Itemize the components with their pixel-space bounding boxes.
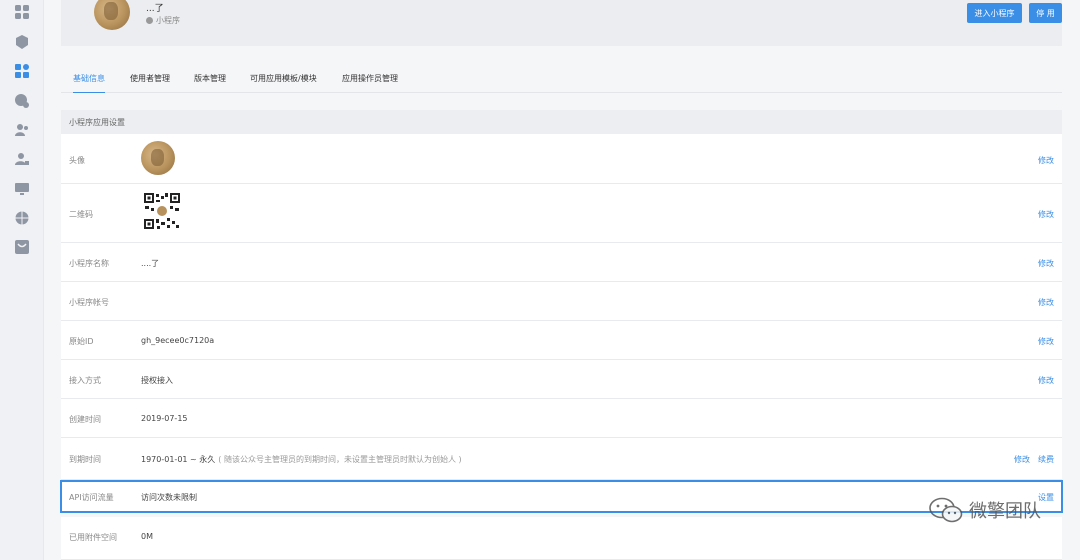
users-icon[interactable] <box>15 123 29 137</box>
edit-expire-link[interactable]: 修改 <box>1014 454 1030 465</box>
mini-program-icon <box>146 17 153 24</box>
tab-basic-info[interactable]: 基础信息 <box>73 73 105 93</box>
palette-icon[interactable] <box>15 94 29 108</box>
monitor-icon[interactable] <box>15 182 29 196</box>
sidebar <box>0 0 44 560</box>
row-name: 小程序名称 ....了 修改 <box>61 243 1062 282</box>
edit-avatar-link[interactable]: 修改 <box>1038 155 1054 166</box>
row-api-traffic: API访问流量 访问次数未限制 设置 <box>60 480 1063 513</box>
row-value: 访问次数未限制 <box>141 493 197 502</box>
tab-available-templates[interactable]: 可用应用模板/模块 <box>250 73 317 93</box>
avatar <box>141 141 175 175</box>
globe-icon[interactable] <box>15 211 29 225</box>
enter-mini-program-button[interactable]: 进入小程序 <box>967 3 1022 23</box>
row-label: 创建时间 <box>69 415 101 424</box>
watermark: 微擎团队 <box>929 497 1041 523</box>
tab-operator-management[interactable]: 应用操作员管理 <box>342 73 398 93</box>
box-icon[interactable] <box>15 35 29 49</box>
edit-original-id-link[interactable]: 修改 <box>1038 336 1054 347</box>
expire-value: 1970-01-01 ~ 永久 <box>141 455 216 464</box>
row-label: 到期时间 <box>69 455 101 464</box>
app-type-label: 小程序 <box>156 16 180 25</box>
row-label: 接入方式 <box>69 376 101 385</box>
app-header: ...了 小程序 进入小程序 停 用 <box>61 0 1062 46</box>
row-value: 1970-01-01 ~ 永久( 随该公众号主管理员的到期时间，未设置主管理员时… <box>141 454 462 465</box>
user-lock-icon[interactable] <box>15 152 29 166</box>
edit-account-link[interactable]: 修改 <box>1038 297 1054 308</box>
row-label: 小程序名称 <box>69 259 109 268</box>
apps-grid-icon[interactable] <box>15 5 29 19</box>
edit-qrcode-link[interactable]: 修改 <box>1038 209 1054 220</box>
row-value: ....了 <box>141 259 160 268</box>
section-title: 小程序应用设置 <box>61 110 1062 134</box>
row-label: 已用附件空间 <box>69 533 117 542</box>
row-created-time: 创建时间 2019-07-15 <box>61 399 1062 438</box>
tab-bar: 基础信息 使用者管理 版本管理 可用应用模板/模块 应用操作员管理 <box>61 64 1062 93</box>
row-account: 小程序帐号 修改 <box>61 282 1062 321</box>
row-original-id: 原始ID gh_9ecee0c7120a 修改 <box>61 321 1062 360</box>
tab-user-management[interactable]: 使用者管理 <box>130 73 170 93</box>
tab-version-management[interactable]: 版本管理 <box>194 73 226 93</box>
row-attachment-space: 已用附件空间 0M <box>61 517 1062 560</box>
row-value: 2019-07-15 <box>141 414 188 423</box>
row-label: 小程序帐号 <box>69 298 109 307</box>
expire-hint: ( 随该公众号主管理员的到期时间，未设置主管理员时默认为创始人 ) <box>218 455 462 464</box>
qr-code-image <box>143 192 181 230</box>
row-access-method: 接入方式 授权接入 修改 <box>61 360 1062 399</box>
row-label: API访问流量 <box>69 493 114 502</box>
row-value: gh_9ecee0c7120a <box>141 336 215 345</box>
main-content: ...了 小程序 进入小程序 停 用 基础信息 使用者管理 版本管理 可用应用模… <box>44 0 1080 560</box>
row-label: 二维码 <box>69 210 93 219</box>
app-name: ...了 <box>146 4 164 14</box>
row-value: 0M <box>141 532 153 541</box>
app-type: 小程序 <box>146 15 180 26</box>
watermark-text: 微擎团队 <box>969 501 1041 522</box>
app-avatar <box>94 0 130 30</box>
row-avatar: 头像 修改 <box>61 134 1062 184</box>
row-qrcode: 二维码 修改 <box>61 184 1062 243</box>
stop-button[interactable]: 停 用 <box>1029 3 1062 23</box>
wechat-icon <box>929 497 963 523</box>
edit-access-link[interactable]: 修改 <box>1038 375 1054 386</box>
row-label: 头像 <box>69 156 85 165</box>
row-expire-time: 到期时间 1970-01-01 ~ 永久( 随该公众号主管理员的到期时间，未设置… <box>61 438 1062 480</box>
modules-icon[interactable] <box>15 64 29 78</box>
row-value: 授权接入 <box>141 376 173 385</box>
renew-link[interactable]: 续费 <box>1038 454 1054 465</box>
edit-name-link[interactable]: 修改 <box>1038 258 1054 269</box>
store-icon[interactable] <box>15 240 29 254</box>
row-label: 原始ID <box>69 337 94 346</box>
